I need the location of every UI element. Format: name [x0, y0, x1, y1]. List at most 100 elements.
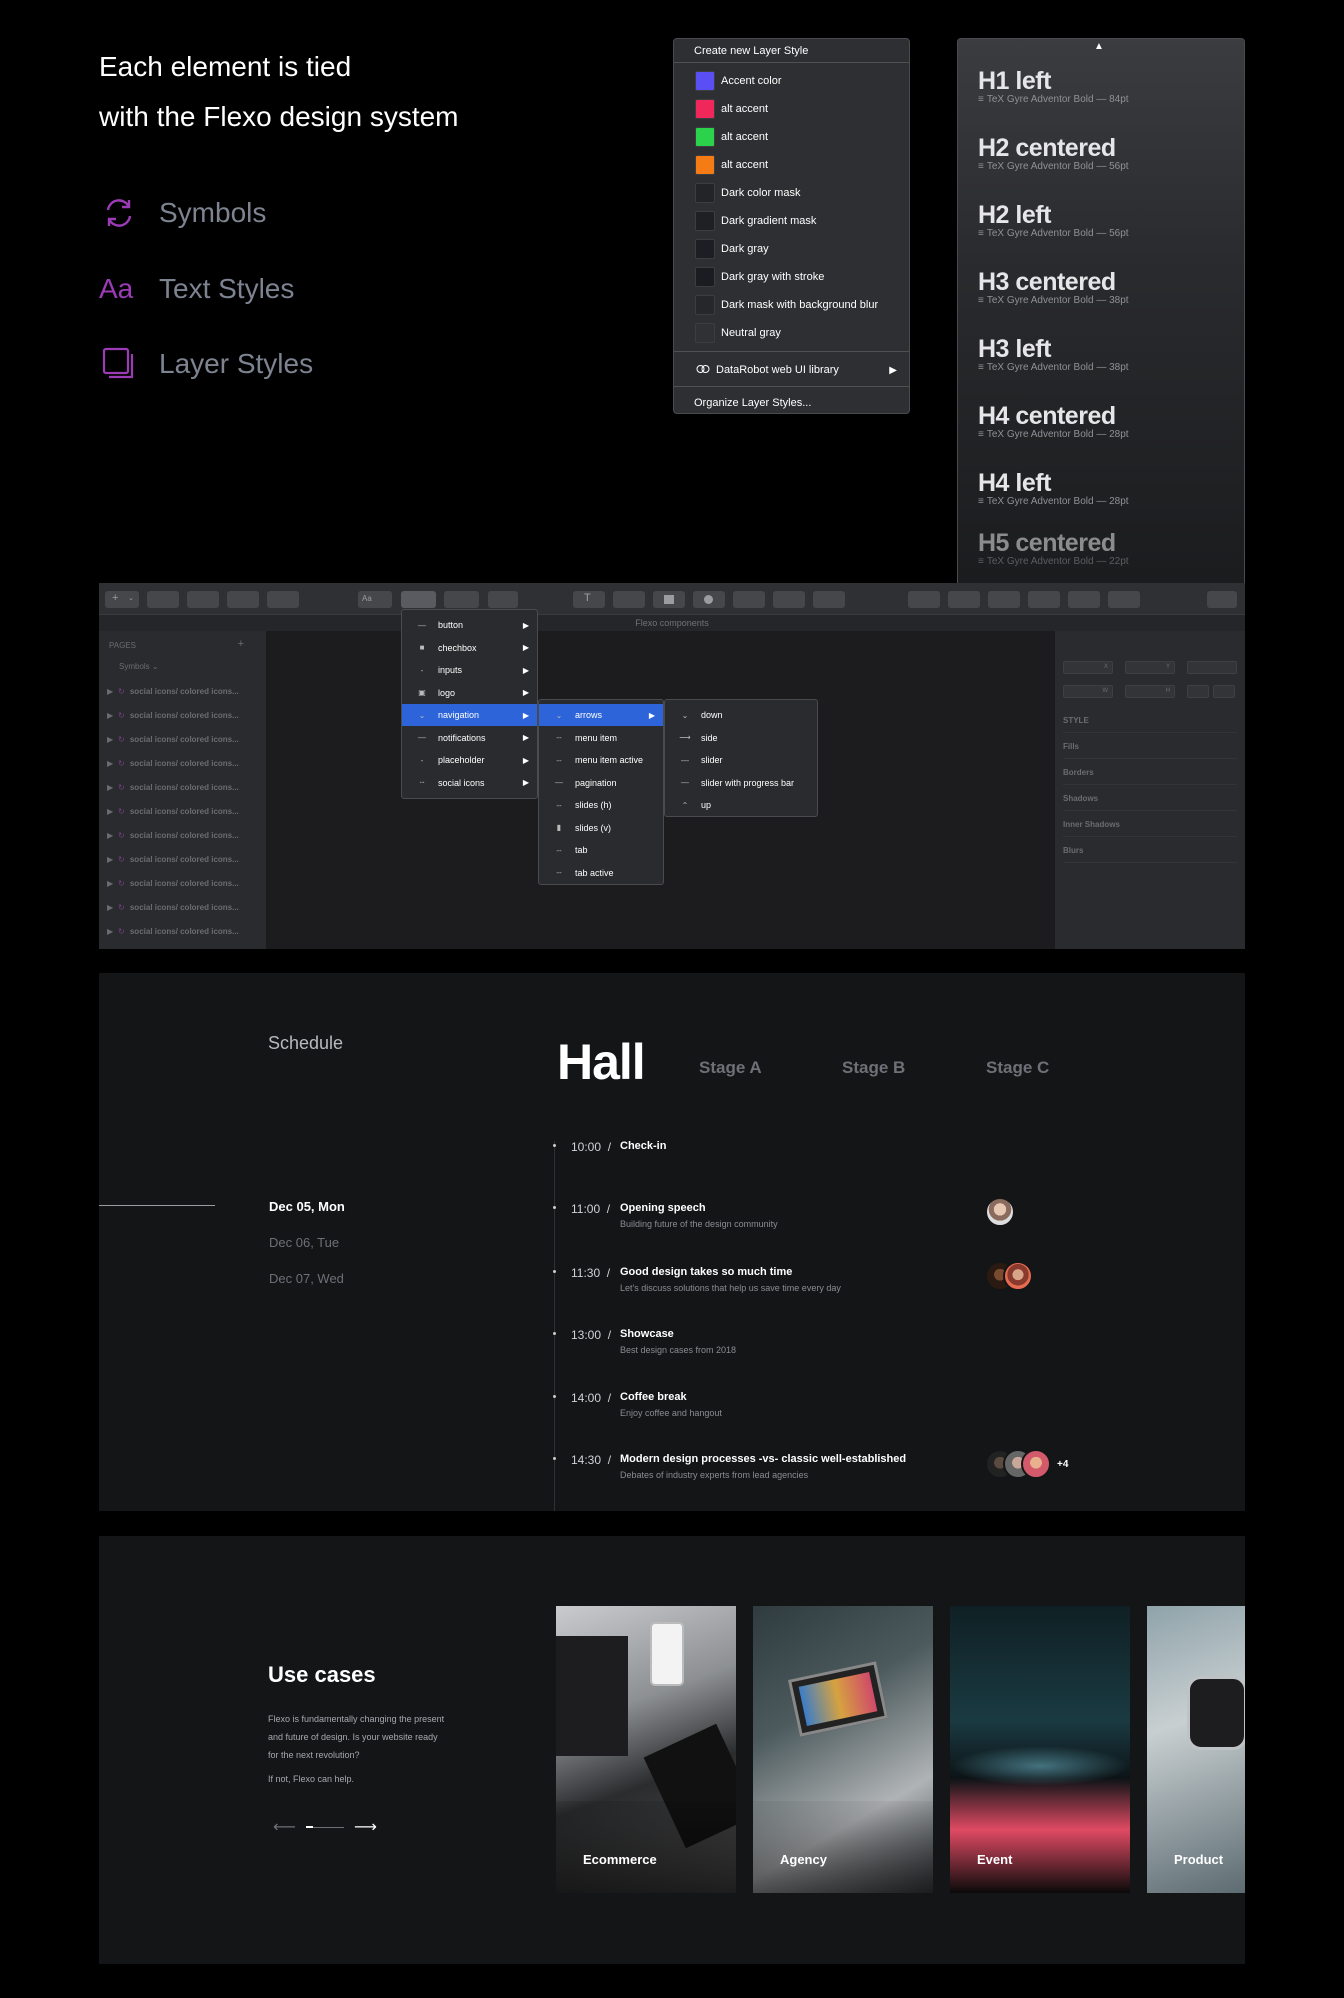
h-field[interactable]: H — [1125, 685, 1175, 698]
menu-item[interactable]: — slider — [665, 749, 817, 771]
alignment-bar[interactable] — [1061, 637, 1235, 649]
w-field[interactable]: W — [1063, 685, 1113, 698]
inspector-section[interactable]: Inner Shadows — [1063, 813, 1237, 837]
menu-item[interactable]: ┄ social icons ▶ — [402, 772, 537, 794]
add-page-icon[interactable]: + — [238, 638, 244, 650]
text-style-item[interactable]: H3 centered ≡ TeX Gyre Adventor Bold — 38p… — [978, 268, 1129, 306]
menu-item[interactable]: ‐‐ menu item — [539, 727, 663, 749]
layer-style-item[interactable]: Dark gray with stroke — [674, 263, 909, 291]
menu-item[interactable]: ⌄ down — [665, 704, 817, 726]
text-style-item[interactable]: H2 centered ≡ TeX Gyre Adventor Bold — 56p… — [978, 134, 1129, 172]
menu-item[interactable]: ▣ logo ▶ — [402, 682, 537, 704]
layer-style-item[interactable]: Dark gray — [674, 235, 909, 263]
speaker-avatars[interactable] — [985, 1197, 1015, 1227]
layer-row[interactable]: ▶ ↻ social icons/ colored icons... — [107, 685, 239, 697]
text-style-item[interactable]: H3 left ≡ TeX Gyre Adventor Bold — 38pt — [978, 335, 1129, 373]
menu-item[interactable]: ⟶ side — [665, 727, 817, 749]
layer-style-item[interactable]: alt accent — [674, 95, 909, 123]
menu-item[interactable]: ‐‐ slides (h) — [539, 794, 663, 816]
menu-item[interactable]: — button ▶ — [402, 614, 537, 636]
create-layer-style-item[interactable]: Create new Layer Style — [674, 39, 909, 63]
stage-tab-a[interactable]: Stage A — [699, 1058, 762, 1078]
menu-item[interactable]: ⌄ navigation ▶ — [402, 704, 537, 726]
line-tool-button[interactable] — [773, 591, 805, 608]
inspector-section[interactable]: Blurs — [1063, 839, 1237, 863]
artboard-button[interactable] — [147, 591, 179, 608]
lock-ratio-button[interactable] — [1187, 685, 1209, 698]
view-button[interactable] — [267, 591, 299, 608]
arrange-button[interactable] — [908, 591, 940, 608]
share-button[interactable] — [1207, 591, 1237, 608]
menu-item[interactable]: ▮ slides (v) — [539, 817, 663, 839]
mask-button[interactable] — [988, 591, 1020, 608]
layer-style-item[interactable]: Dark mask with background blur — [674, 291, 909, 319]
menu-item[interactable]: — slider with progress bar — [665, 772, 817, 794]
layer-row[interactable]: ▶ ↻ social icons/ colored icons... — [107, 901, 239, 913]
disclosure-triangle-icon[interactable]: ▶ — [107, 759, 113, 768]
oval-tool-button[interactable] — [693, 591, 725, 608]
inspector-section[interactable]: Fills — [1063, 735, 1237, 759]
y-field[interactable]: Y — [1125, 661, 1175, 674]
text-tool-button[interactable]: T — [573, 591, 605, 608]
day-tab-2[interactable]: Dec 06, Tue — [269, 1235, 339, 1250]
hall-tab[interactable]: Hall — [557, 1033, 646, 1091]
text-style-item[interactable]: H4 centered ≡ TeX Gyre Adventor Bold — 28p… — [978, 402, 1129, 440]
disclosure-triangle-icon[interactable]: ▶ — [107, 687, 113, 696]
pen-tool-button[interactable] — [613, 591, 645, 608]
organize-layer-styles-item[interactable]: Organize Layer Styles... — [674, 389, 909, 417]
arrow-left-icon[interactable]: ⟵ — [273, 1817, 296, 1837]
rotate-button[interactable] — [1028, 591, 1060, 608]
text-style-item[interactable]: H1 left ≡ TeX Gyre Adventor Bold — 84pt — [978, 67, 1129, 105]
layer-row[interactable]: ▶ ↻ social icons/ colored icons... — [107, 805, 239, 817]
rotation-field[interactable] — [1187, 661, 1237, 674]
scroll-up-icon[interactable]: ▲ — [1094, 41, 1104, 52]
menu-item[interactable]: ‐‐ menu item active — [539, 749, 663, 771]
speaker-avatars[interactable] — [985, 1261, 1033, 1291]
menu-item[interactable]: — notifications ▶ — [402, 727, 537, 749]
arrow-right-icon[interactable]: ⟶ — [354, 1817, 377, 1837]
inspector-section[interactable]: Borders — [1063, 761, 1237, 785]
disclosure-triangle-icon[interactable]: ▶ — [107, 807, 113, 816]
scissors-button[interactable] — [1068, 591, 1100, 608]
settings-button[interactable] — [1108, 591, 1140, 608]
layer-row[interactable]: ▶ ↻ social icons/ colored icons... — [107, 853, 239, 865]
day-tab-3[interactable]: Dec 07, Wed — [269, 1271, 344, 1286]
text-style-item[interactable]: H2 left ≡ TeX Gyre Adventor Bold — 56pt — [978, 201, 1129, 239]
layer-style-item[interactable]: Neutral gray — [674, 319, 909, 347]
refresh-button[interactable] — [488, 591, 518, 608]
grid-button[interactable] — [187, 591, 219, 608]
menu-item[interactable]: ‐ placeholder ▶ — [402, 749, 537, 771]
layer-row[interactable]: ▶ ↻ social icons/ colored icons... — [107, 781, 239, 793]
menu-item[interactable]: ‐ inputs ▶ — [402, 659, 537, 681]
layer-row[interactable]: ▶ ↻ social icons/ colored icons... — [107, 733, 239, 745]
stage-tab-c[interactable]: Stage C — [986, 1058, 1049, 1078]
use-case-card-product[interactable]: Product — [1147, 1606, 1245, 1893]
layer-row[interactable]: ▶ ↻ social icons/ colored icons... — [107, 757, 239, 769]
text-style-item[interactable]: H5 centered ≡ TeX Gyre Adventor Bold — 22p… — [978, 529, 1129, 567]
disclosure-triangle-icon[interactable]: ▶ — [107, 831, 113, 840]
layer-style-item[interactable]: alt accent — [674, 123, 909, 151]
disclosure-triangle-icon[interactable]: ▶ — [107, 783, 113, 792]
library-submenu-item[interactable]: DataRobot web UI library ▶ — [674, 356, 909, 384]
use-case-card-ecommerce[interactable]: Ecommerce — [556, 1606, 736, 1893]
menu-item[interactable]: ■ chechbox ▶ — [402, 637, 537, 659]
avatar[interactable] — [1003, 1261, 1033, 1291]
disclosure-triangle-icon[interactable]: ▶ — [107, 879, 113, 888]
layer-style-item[interactable]: Dark color mask — [674, 179, 909, 207]
symbols-button[interactable] — [401, 591, 436, 608]
avatar[interactable] — [985, 1197, 1015, 1227]
avatar[interactable] — [1021, 1449, 1051, 1479]
text-style-item[interactable]: H4 left ≡ TeX Gyre Adventor Bold — 28pt — [978, 469, 1129, 507]
layer-style-item[interactable]: alt accent — [674, 151, 909, 179]
layer-style-item[interactable]: Dark gradient mask — [674, 207, 909, 235]
prototype-button[interactable] — [948, 591, 980, 608]
disclosure-triangle-icon[interactable]: ▶ — [107, 927, 113, 936]
use-case-card-agency[interactable]: Agency — [753, 1606, 933, 1893]
day-tab-1[interactable]: Dec 05, Mon — [269, 1199, 345, 1214]
disclosure-triangle-icon[interactable]: ▶ — [107, 735, 113, 744]
layer-styles-button[interactable] — [444, 591, 479, 608]
menu-item[interactable]: — pagination — [539, 772, 663, 794]
layer-row[interactable]: ▶ ↻ social icons/ colored icons... — [107, 877, 239, 889]
rectangle-tool-button[interactable] — [653, 591, 685, 608]
more-speakers-count[interactable]: +4 — [1057, 1459, 1068, 1470]
